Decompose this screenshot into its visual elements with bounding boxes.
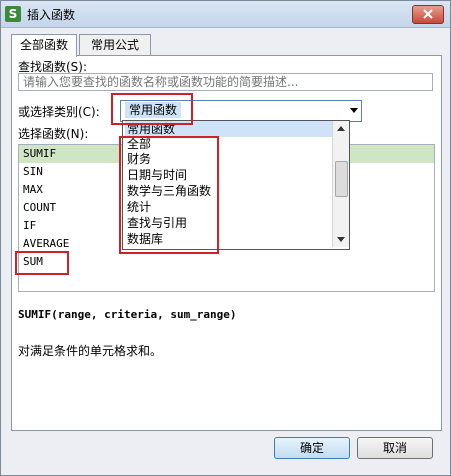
tab-panel: 查找函数(S): 或选择类别(C): 常用函数 选择函数(N): SUMIF S… <box>11 55 442 431</box>
dropdown-option[interactable]: 统计 <box>125 199 151 215</box>
category-label: 或选择类别(C): <box>18 105 100 119</box>
dropdown-option[interactable]: 常用函数 <box>125 121 332 137</box>
dropdown-option[interactable]: 数学与三角函数 <box>125 183 211 199</box>
dropdown-option[interactable]: 查找与引用 <box>125 215 187 231</box>
insert-function-dialog: S 插入函数 全部函数 常用公式 查找函数(S): 或选择类别(C): 常用函数… <box>0 0 451 476</box>
title-bar[interactable]: S 插入函数 <box>1 1 450 28</box>
dropdown-option[interactable]: 财务 <box>125 151 151 167</box>
dropdown-option[interactable]: 数据库 <box>125 231 163 247</box>
wps-spreadsheet-icon: S <box>5 6 21 22</box>
function-list-label: 选择函数(N): <box>18 127 89 141</box>
scroll-up-icon[interactable] <box>337 126 345 131</box>
list-item[interactable]: IF <box>23 217 36 235</box>
cancel-button[interactable]: 取消 <box>357 437 433 459</box>
close-icon <box>423 9 433 19</box>
tab-all-functions[interactable]: 全部函数 <box>11 34 77 57</box>
list-item[interactable]: SUM <box>23 253 43 271</box>
list-item[interactable]: COUNT <box>23 199 56 217</box>
chevron-down-icon[interactable] <box>350 108 358 113</box>
scrollbar-thumb[interactable] <box>335 161 348 197</box>
dropdown-option[interactable]: 日期与时间 <box>125 167 187 183</box>
scroll-down-icon[interactable] <box>337 237 345 242</box>
function-signature: SUMIF(range, criteria, sum_range) <box>18 308 237 321</box>
category-select[interactable]: 常用函数 <box>120 100 362 122</box>
dialog-title: 插入函数 <box>27 8 76 22</box>
list-item[interactable]: MAX <box>23 181 43 199</box>
category-selected-value: 常用函数 <box>125 102 182 118</box>
tab-common-formulas[interactable]: 常用公式 <box>79 34 151 55</box>
category-dropdown[interactable]: 常用函数 全部 财务 日期与时间 数学与三角函数 统计 查找与引用 数据库 <box>122 120 350 250</box>
function-description: 对满足条件的单元格求和。 <box>18 344 163 358</box>
close-button[interactable] <box>412 5 444 24</box>
list-item[interactable]: SIN <box>23 163 43 181</box>
dropdown-option[interactable]: 全部 <box>125 136 151 152</box>
dropdown-scrollbar[interactable] <box>332 121 349 247</box>
ok-button[interactable]: 确定 <box>274 437 350 459</box>
search-input[interactable] <box>18 73 433 91</box>
list-item[interactable]: AVERAGE <box>23 235 69 253</box>
